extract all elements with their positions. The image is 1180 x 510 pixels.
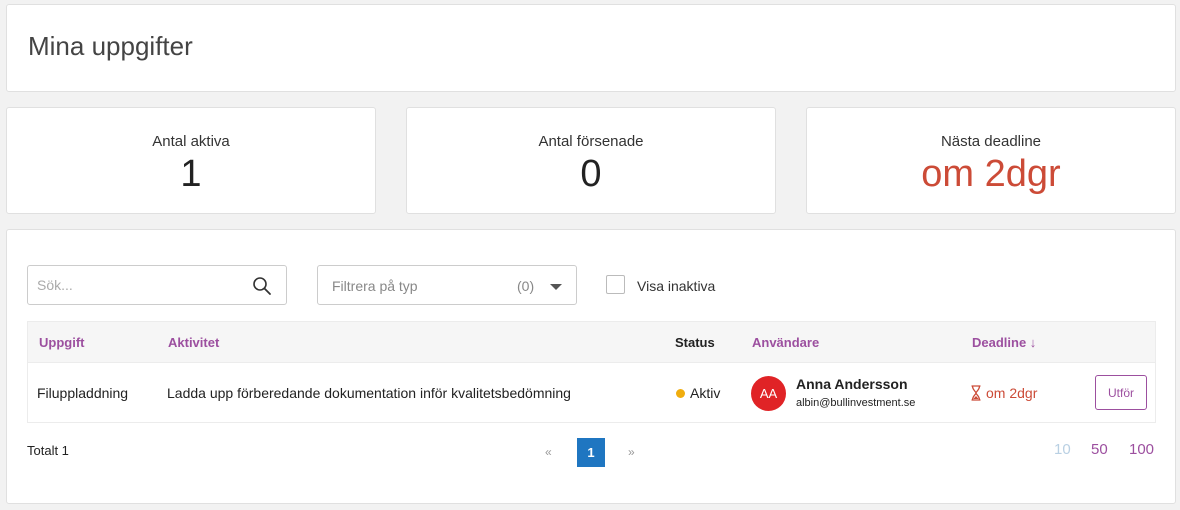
column-header-deadline[interactable]: Deadline ↓ <box>972 335 1036 350</box>
stat-label: Antal försenade <box>538 133 644 150</box>
type-filter-select[interactable]: Filtrera på typ (0) <box>317 265 577 305</box>
page-title: Mina uppgifter <box>28 31 193 61</box>
tasks-panel: Filtrera på typ (0) Visa inaktiva Uppgif… <box>6 229 1176 504</box>
status-cell: Aktiv <box>690 385 721 401</box>
column-header-activity[interactable]: Aktivitet <box>168 335 219 350</box>
pagination-current-page[interactable]: 1 <box>577 438 605 467</box>
stat-card-active: Antal aktiva 1 <box>6 107 376 214</box>
stat-value: 1 <box>180 153 202 195</box>
page-size-100[interactable]: 100 <box>1129 441 1154 458</box>
column-header-task[interactable]: Uppgift <box>39 335 84 350</box>
search-box <box>27 265 287 305</box>
execute-button[interactable]: Utför <box>1095 375 1147 410</box>
filter-label: Filtrera på typ <box>332 278 418 294</box>
title-panel: Mina uppgifter <box>6 4 1176 92</box>
stat-label: Nästa deadline <box>940 133 1042 150</box>
activity-cell: Ladda upp förberedande dokumentation inf… <box>167 385 571 401</box>
hourglass-icon <box>971 385 981 401</box>
page-size-10[interactable]: 10 <box>1054 441 1071 458</box>
page-size-50[interactable]: 50 <box>1091 441 1108 458</box>
tasks-table: Uppgift Aktivitet Status Användare Deadl… <box>27 321 1156 423</box>
caret-down-icon <box>550 284 562 290</box>
avatar: AA <box>751 376 786 411</box>
column-header-status[interactable]: Status <box>675 335 715 350</box>
table-row: Filuppladdning Ladda upp förberedande do… <box>27 363 1156 423</box>
filter-count: (0) <box>517 278 535 294</box>
deadline-cell: om 2dgr <box>986 385 1038 401</box>
table-header: Uppgift Aktivitet Status Användare Deadl… <box>27 321 1156 363</box>
status-dot-icon <box>676 389 685 398</box>
pagination-prev[interactable]: « <box>545 445 552 459</box>
stat-label: Antal aktiva <box>152 133 230 150</box>
stat-value: om 2dgr <box>921 153 1061 195</box>
user-name: Anna Andersson <box>796 376 908 392</box>
user-email: albin@bullinvestment.se <box>796 397 916 409</box>
show-inactive-checkbox[interactable] <box>606 275 625 294</box>
pagination-next[interactable]: » <box>628 445 635 459</box>
show-inactive-label[interactable]: Visa inaktiva <box>637 278 715 294</box>
stat-card-next-deadline: Nästa deadline om 2dgr <box>806 107 1176 214</box>
search-icon[interactable] <box>252 276 272 296</box>
search-input[interactable] <box>28 266 248 304</box>
column-header-user[interactable]: Användare <box>752 335 819 350</box>
task-cell: Filuppladdning <box>37 385 129 401</box>
total-count: Totalt 1 <box>27 443 69 458</box>
stat-value: 0 <box>580 153 602 195</box>
stat-card-overdue: Antal försenade 0 <box>406 107 776 214</box>
